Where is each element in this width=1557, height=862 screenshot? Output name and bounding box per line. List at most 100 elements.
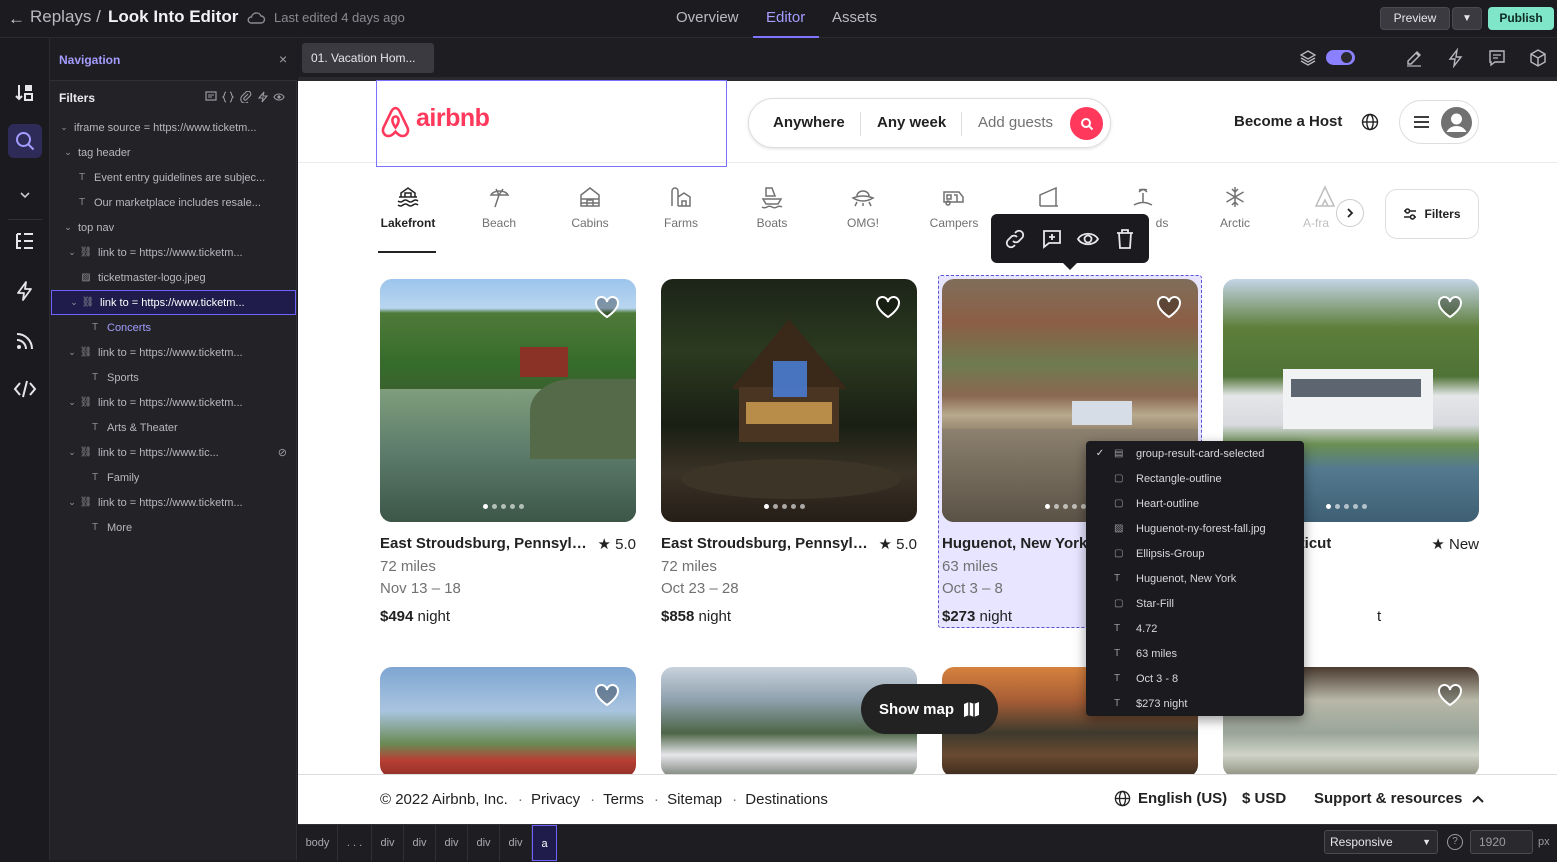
layer-menu-item[interactable]: T $273 night — [1086, 691, 1304, 716]
category-hidden[interactable] — [1009, 185, 1089, 209]
search-anywhere[interactable]: Anywhere — [773, 114, 845, 131]
layer-menu-item[interactable]: ▨ Huguenot-ny-forest-fall.jpg — [1086, 516, 1304, 541]
lightning-icon[interactable] — [1446, 48, 1466, 68]
layer-menu-item[interactable]: ▢ Rectangle-outline — [1086, 466, 1304, 491]
tab-overview[interactable]: Overview — [676, 9, 739, 26]
search-any-week[interactable]: Any week — [877, 114, 946, 131]
tree-row[interactable]: T Family — [50, 465, 297, 490]
tree-row[interactable]: T Our marketplace includes resale... — [50, 190, 297, 215]
comment-filter-icon[interactable] — [205, 91, 217, 103]
layer-menu-item[interactable]: T 63 miles — [1086, 641, 1304, 666]
tree-row[interactable]: ⌄ ⛓ link to = https://www.ticketm... — [50, 490, 297, 515]
category-arctic[interactable]: Arctic — [1195, 185, 1275, 230]
language-selector[interactable]: English (US) — [1114, 790, 1227, 807]
code-icon[interactable] — [8, 372, 42, 406]
user-menu-button[interactable] — [1399, 100, 1479, 144]
tree-row[interactable]: T Event entry guidelines are subjec... — [50, 165, 297, 190]
filters-button[interactable]: Filters — [1385, 189, 1479, 239]
category-boats[interactable]: Boats — [732, 185, 812, 230]
sort-icon[interactable] — [8, 76, 42, 110]
tree-row[interactable]: ▨ ticketmaster-logo.jpeg — [50, 265, 297, 290]
category-beach[interactable]: Beach — [459, 185, 539, 230]
braces-filter-icon[interactable] — [222, 91, 234, 103]
chevron-down-icon[interactable]: ⌄ — [66, 347, 78, 358]
category-cabins[interactable]: Cabins — [550, 185, 630, 230]
toggle-switch[interactable] — [1326, 50, 1355, 65]
listing-card-row2[interactable] — [380, 667, 636, 777]
close-icon[interactable]: × — [279, 51, 287, 67]
tab-editor[interactable]: Editor — [766, 9, 805, 26]
bolt-filter-icon[interactable] — [257, 91, 269, 103]
publish-button[interactable]: Publish — [1488, 7, 1554, 30]
tree-row[interactable]: ⌄ ⛓ link to = https://www.ticketm... — [50, 240, 297, 265]
preview-button[interactable]: Preview — [1380, 7, 1450, 30]
layer-menu-item[interactable]: T Huguenot, New York — [1086, 566, 1304, 591]
globe-icon[interactable] — [1361, 113, 1379, 131]
layer-menu-item[interactable]: ▢ Heart-outline — [1086, 491, 1304, 516]
add-comment-icon[interactable] — [1040, 227, 1064, 251]
eye-off-icon[interactable]: ⊘ — [278, 446, 287, 459]
eye-icon[interactable] — [1076, 227, 1100, 251]
category-campers[interactable]: Campers — [914, 185, 994, 230]
heart-outline-icon[interactable] — [1437, 295, 1463, 319]
breadcrumb-replays[interactable]: Replays / — [30, 7, 101, 27]
chevron-down-icon[interactable] — [8, 178, 42, 212]
tree-row[interactable]: ⌄ tag header — [50, 140, 297, 165]
breadcrumb-ellipsis[interactable]: . . . — [338, 825, 372, 861]
footer-link-destinations[interactable]: Destinations — [745, 791, 828, 808]
breadcrumb-div[interactable]: div — [468, 825, 500, 861]
category-farms[interactable]: Farms — [641, 185, 721, 230]
category-next-button[interactable] — [1336, 199, 1364, 227]
preview-dropdown-button[interactable]: ▼ — [1452, 7, 1482, 30]
bolt-icon[interactable] — [8, 274, 42, 308]
layers-icon[interactable] — [1298, 48, 1318, 68]
tree-row[interactable]: T Sports — [50, 365, 297, 390]
eye-filter-icon[interactable] — [273, 91, 285, 103]
link-icon[interactable] — [1003, 227, 1027, 251]
support-resources-button[interactable]: Support & resources — [1314, 790, 1485, 807]
currency-selector[interactable]: $ USD — [1242, 790, 1286, 807]
breadcrumb-div[interactable]: div — [500, 825, 532, 861]
heart-outline-icon[interactable] — [1156, 295, 1182, 319]
layer-menu-item[interactable]: ✓ ▤ group-result-card-selected — [1086, 441, 1304, 466]
breadcrumb-div[interactable]: div — [436, 825, 468, 861]
rss-icon[interactable] — [8, 324, 42, 358]
become-host-link[interactable]: Become a Host — [1234, 113, 1342, 130]
tree-row[interactable]: ⌄ iframe source = https://www.ticketm... — [50, 115, 297, 140]
chevron-down-icon[interactable]: ⌄ — [66, 497, 78, 508]
help-icon[interactable]: ? — [1447, 834, 1463, 850]
category-omg[interactable]: OMG! — [823, 185, 903, 230]
category-lakefront[interactable]: Lakefront — [368, 185, 448, 230]
search-submit-button[interactable] — [1070, 107, 1103, 140]
layer-menu-item[interactable]: ▢ Star-Fill — [1086, 591, 1304, 616]
footer-link-terms[interactable]: Terms — [603, 791, 644, 808]
tree-row[interactable]: T Concerts — [50, 315, 297, 340]
breadcrumb-div[interactable]: div — [404, 825, 436, 861]
tree-row[interactable]: ⌄ top nav — [50, 215, 297, 240]
tree-row[interactable]: T More — [50, 515, 297, 540]
comment-icon[interactable] — [1487, 48, 1507, 68]
layer-menu-item[interactable]: T 4.72 — [1086, 616, 1304, 641]
footer-link-privacy[interactable]: Privacy — [531, 791, 580, 808]
tree-list-icon[interactable] — [8, 224, 42, 258]
search-icon[interactable] — [8, 124, 42, 158]
breadcrumb-a[interactable]: a — [532, 825, 557, 861]
document-tab[interactable]: 01. Vacation Hom... — [302, 43, 434, 73]
trash-icon[interactable] — [1113, 227, 1137, 251]
edit-icon[interactable] — [1404, 48, 1424, 68]
chevron-down-icon[interactable]: ⌄ — [68, 297, 80, 308]
chevron-down-icon[interactable]: ⌄ — [66, 247, 78, 258]
breadcrumb-div[interactable]: div — [372, 825, 404, 861]
heart-outline-icon[interactable] — [594, 295, 620, 319]
tree-row[interactable]: ⌄ ⛓ link to = https://www.ticketm... — [50, 390, 297, 415]
tree-row[interactable]: ⌄ ⛓ link to = https://www.ticketm... — [50, 340, 297, 365]
chevron-down-icon[interactable]: ⌄ — [58, 122, 70, 133]
breadcrumb-body[interactable]: body — [298, 825, 338, 861]
heart-outline-icon[interactable] — [875, 295, 901, 319]
heart-outline-icon[interactable] — [1437, 683, 1463, 707]
paperclip-filter-icon[interactable] — [240, 91, 252, 103]
show-map-button[interactable]: Show map — [861, 684, 998, 734]
tree-row[interactable]: ⌄ ⛓ link to = https://www.tic... ⊘ — [50, 440, 297, 465]
chevron-down-icon[interactable]: ⌄ — [66, 397, 78, 408]
layer-menu-item[interactable]: T Oct 3 - 8 — [1086, 666, 1304, 691]
